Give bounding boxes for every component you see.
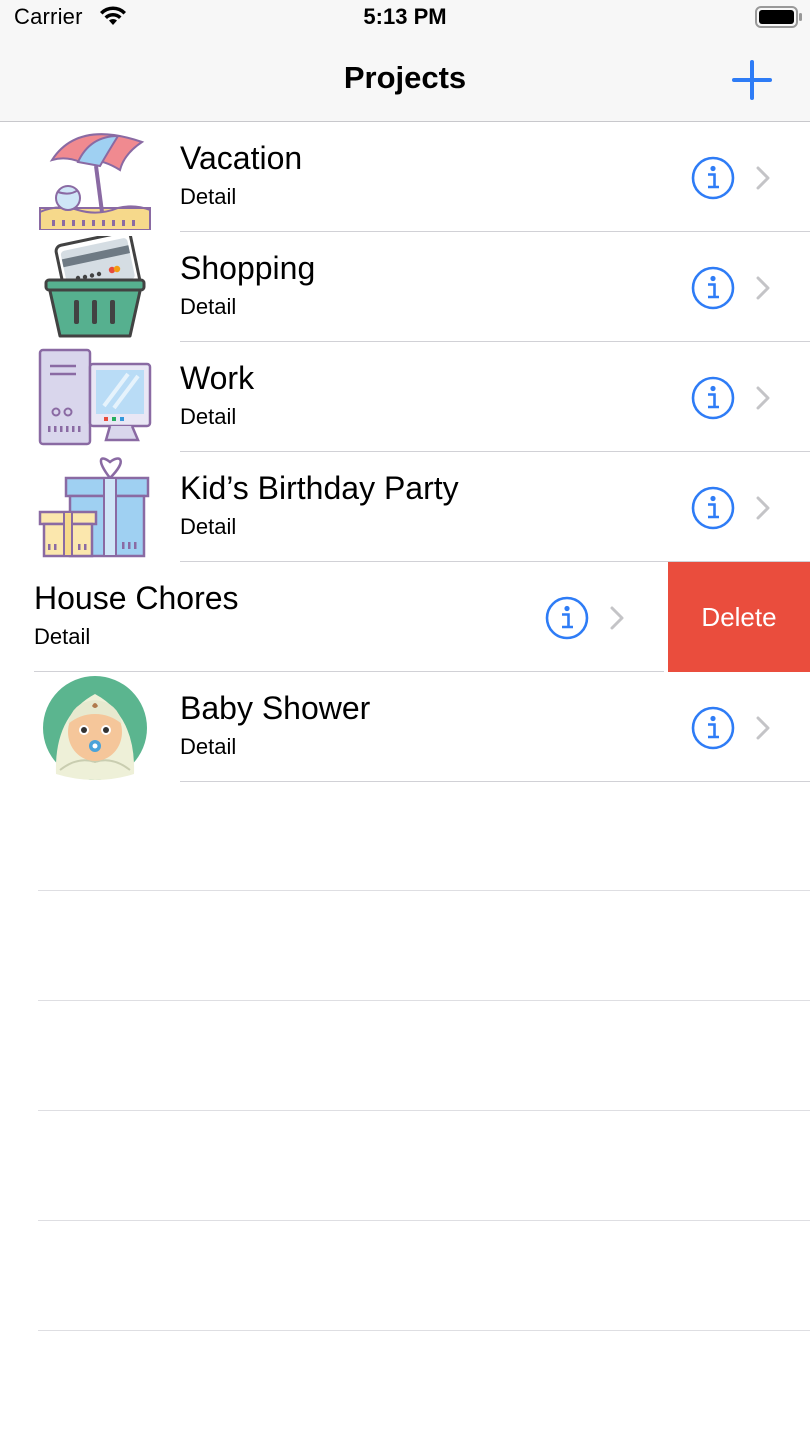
shopping-basket-icon <box>44 236 146 338</box>
battery-icon <box>755 6 802 28</box>
chevron-right-icon <box>756 166 770 190</box>
row-detail: Detail <box>180 294 237 319</box>
row-detail: Detail <box>180 514 237 539</box>
chevron-right-icon <box>756 386 770 410</box>
empty-row-separator <box>38 890 810 891</box>
list-item[interactable]: Baby Shower Detail <box>0 672 810 782</box>
info-button[interactable] <box>690 375 736 421</box>
row-title: House Chores <box>34 580 239 616</box>
page-title: Projects <box>343 60 467 95</box>
info-button[interactable] <box>690 485 736 531</box>
empty-row-separator <box>38 1110 810 1111</box>
beach-umbrella-icon <box>39 133 151 230</box>
chevron-right-icon <box>610 606 624 630</box>
row-title: Vacation <box>180 140 303 176</box>
empty-row-separator <box>38 1330 810 1331</box>
gift-icon <box>38 457 150 558</box>
row-title: Kid’s Birthday Party <box>180 470 459 506</box>
chevron-right-icon <box>756 276 770 300</box>
chevron-right-icon <box>756 716 770 740</box>
info-button[interactable] <box>690 705 736 751</box>
row-title: Baby Shower <box>180 690 371 726</box>
computer-icon <box>38 348 152 446</box>
navigation-bar: Projects <box>0 36 810 122</box>
row-detail: Detail <box>180 734 237 759</box>
list-item[interactable]: Vacation Detail <box>0 122 810 232</box>
row-separator <box>180 781 810 782</box>
list-item[interactable]: Kid’s Birthday Party Detail <box>0 452 810 562</box>
baby-icon <box>43 676 147 780</box>
list-item[interactable]: Work Detail <box>0 342 810 452</box>
row-title: Work <box>180 360 255 396</box>
chevron-right-icon <box>756 496 770 520</box>
status-bar: Carrier 5:13 PM <box>0 0 810 36</box>
project-list: Vacation Detail Shopping Detail Work Det… <box>0 122 810 782</box>
row-detail: Detail <box>34 624 91 649</box>
info-button[interactable] <box>690 265 736 311</box>
clock: 5:13 PM <box>363 4 447 29</box>
row-detail: Detail <box>180 404 237 429</box>
add-project-button[interactable] <box>728 56 776 104</box>
list-item-swiped[interactable]: House Chores Detail Delete <box>0 562 810 672</box>
row-detail: Detail <box>180 184 237 209</box>
delete-button[interactable]: Delete <box>668 562 810 672</box>
row-title: Shopping <box>180 250 316 286</box>
info-button[interactable] <box>690 155 736 201</box>
empty-row-separator <box>38 1000 810 1001</box>
list-item[interactable]: Shopping Detail <box>0 232 810 342</box>
info-button[interactable] <box>544 595 590 641</box>
empty-row-separator <box>38 1220 810 1221</box>
